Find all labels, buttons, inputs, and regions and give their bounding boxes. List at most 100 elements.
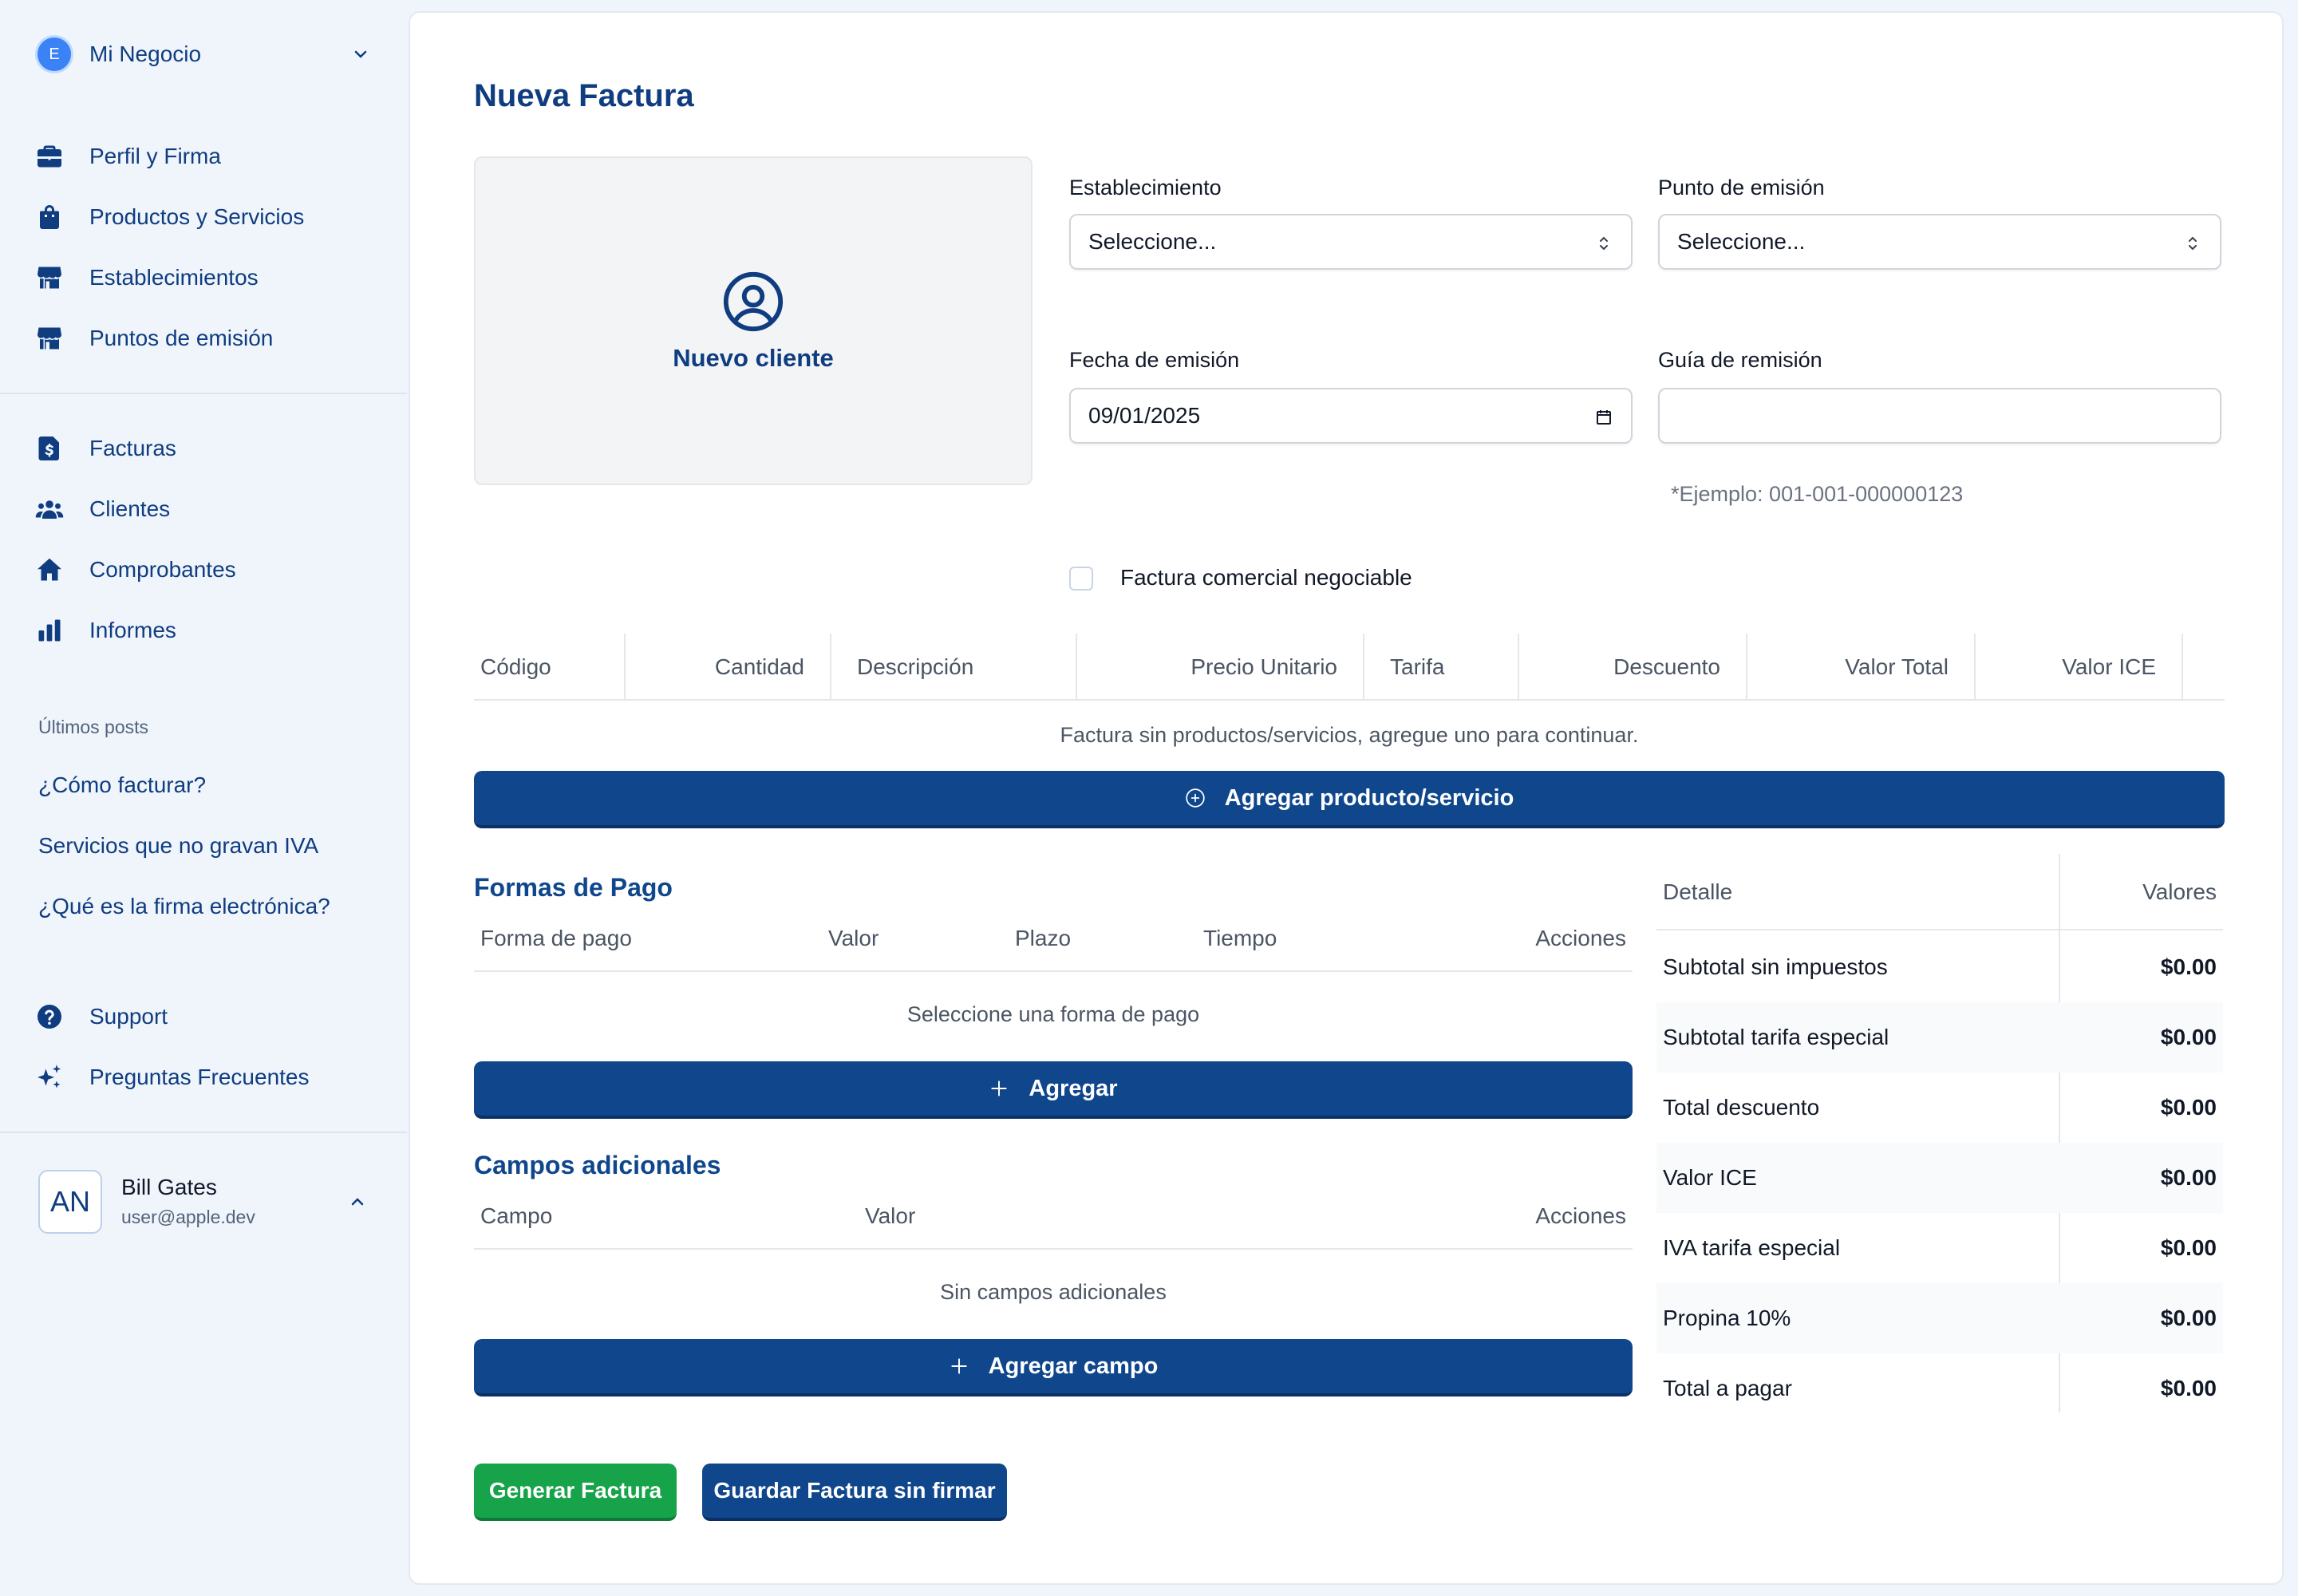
punto-emision-select[interactable]: Seleccione... bbox=[1658, 214, 2221, 270]
fecha-emision-value: 09/01/2025 bbox=[1088, 403, 1201, 428]
add-product-button[interactable]: Agregar producto/servicio bbox=[474, 771, 2225, 828]
guia-remision-label: Guía de remisión bbox=[1658, 348, 1822, 372]
column-header-plazo: Plazo bbox=[1015, 926, 1072, 950]
summary-row: Propina 10% $0.00 bbox=[1656, 1283, 2223, 1353]
column-header-valor-total: Valor Total bbox=[1747, 634, 1976, 701]
establecimiento-value: Seleccione... bbox=[1088, 229, 1217, 254]
save-unsigned-invoice-button[interactable]: Guardar Factura sin firmar bbox=[702, 1464, 1007, 1521]
summary-label: Valor ICE bbox=[1663, 1165, 1757, 1190]
summary-label: Total descuento bbox=[1663, 1095, 1820, 1120]
column-header-forma-pago: Forma de pago bbox=[480, 926, 632, 950]
summary-row: Subtotal sin impuestos $0.00 bbox=[1656, 932, 2223, 1002]
sidebar-item-facturas[interactable]: Facturas bbox=[35, 418, 386, 479]
payments-empty-message: Seleccione una forma de pago bbox=[906, 1002, 1200, 1026]
extra-fields-empty-message: Sin campos adicionales bbox=[940, 1280, 1167, 1304]
sidebar-item-label: Comprobantes bbox=[89, 557, 236, 582]
bar-chart-icon bbox=[38, 619, 61, 642]
add-product-label: Agregar producto/servicio bbox=[1224, 784, 1514, 811]
post-link-firma-electronica[interactable]: ¿Qué es la firma electrónica? bbox=[38, 894, 330, 919]
summary-table: Detalle Valores Subtotal sin impuestos $0… bbox=[1656, 854, 2225, 1428]
calendar-icon bbox=[1597, 410, 1611, 425]
summary-label: Subtotal tarifa especial bbox=[1663, 1025, 1889, 1049]
avatar: AN bbox=[38, 1170, 102, 1234]
establecimiento-select[interactable]: Seleccione... bbox=[1069, 214, 1633, 270]
summary-row: Subtotal tarifa especial $0.00 bbox=[1656, 1002, 2223, 1073]
column-header-valor: Valor bbox=[828, 926, 879, 950]
sidebar-item-label: Perfil y Firma bbox=[89, 144, 221, 168]
shopping-bag-icon bbox=[40, 205, 59, 229]
business-avatar: E bbox=[35, 35, 73, 73]
summary-row: IVA tarifa especial $0.00 bbox=[1656, 1213, 2223, 1283]
payments-table-header: Forma de pago Valor Plazo Tiempo Accione… bbox=[474, 905, 1633, 972]
chevron-down-icon bbox=[354, 50, 367, 58]
user-menu[interactable]: AN Bill Gates user@apple.dev bbox=[38, 1170, 373, 1235]
users-icon bbox=[35, 500, 64, 519]
column-header-campo: Campo bbox=[480, 1203, 553, 1228]
items-table-header: Código Cantidad Descripción Precio Unita… bbox=[474, 634, 2225, 701]
summary-value: $0.00 bbox=[2160, 1095, 2217, 1120]
summary-value: $0.00 bbox=[2160, 1235, 2217, 1260]
user-email: user@apple.dev bbox=[121, 1207, 255, 1227]
sidebar-item-label: Facturas bbox=[89, 436, 176, 460]
fecha-emision-label: Fecha de emisión bbox=[1069, 348, 1240, 372]
summary-header: Detalle Valores bbox=[1656, 854, 2223, 930]
summary-row: Valor ICE $0.00 bbox=[1656, 1143, 2223, 1213]
summary-label: Subtotal sin impuestos bbox=[1663, 954, 1888, 979]
store-icon bbox=[38, 327, 61, 350]
summary-value: $0.00 bbox=[2160, 1025, 2217, 1049]
new-client-card[interactable]: Nuevo cliente bbox=[474, 156, 1033, 485]
sidebar-divider bbox=[0, 393, 407, 394]
add-field-button[interactable]: Agregar campo bbox=[474, 1339, 1633, 1396]
home-icon bbox=[38, 558, 61, 581]
plus-circle-icon bbox=[1186, 788, 1205, 808]
summary-value: $0.00 bbox=[2160, 1306, 2217, 1330]
sidebar-nav-bottom: Support Preguntas Frecuentes bbox=[35, 986, 386, 1108]
briefcase-icon bbox=[38, 145, 61, 168]
column-header-valor: Valor bbox=[865, 1203, 916, 1228]
extra-fields-table-header: Campo Valor Acciones bbox=[474, 1183, 1633, 1250]
sidebar-item-clientes[interactable]: Clientes bbox=[35, 479, 386, 539]
post-link-como-facturar[interactable]: ¿Cómo facturar? bbox=[38, 772, 206, 798]
post-link-servicios-iva[interactable]: Servicios que no gravan IVA bbox=[38, 833, 318, 859]
negociable-checkbox[interactable] bbox=[1069, 567, 1093, 591]
sidebar-nav-main: Facturas Clientes Comprobantes Informes bbox=[35, 418, 386, 661]
sidebar: E Mi Negocio Perfil y Firma Productos y … bbox=[0, 0, 407, 1596]
sidebar-item-label: Clientes bbox=[89, 496, 171, 521]
sidebar-item-label: Puntos de emisión bbox=[89, 326, 274, 350]
add-payment-button[interactable]: Agregar bbox=[474, 1061, 1633, 1119]
column-header-cantidad: Cantidad bbox=[626, 634, 831, 701]
sidebar-item-support[interactable]: Support bbox=[35, 986, 386, 1047]
guia-remision-input[interactable] bbox=[1658, 388, 2221, 444]
sidebar-item-perfil-firma[interactable]: Perfil y Firma bbox=[35, 126, 386, 187]
column-header-acciones: Acciones bbox=[1535, 1203, 1626, 1228]
add-payment-label: Agregar bbox=[1029, 1075, 1118, 1101]
page-title: Nueva Factura bbox=[474, 78, 694, 113]
column-header-descuento: Descuento bbox=[1519, 634, 1747, 701]
summary-value: $0.00 bbox=[2160, 1165, 2217, 1190]
select-arrows-icon bbox=[1600, 236, 1608, 251]
sidebar-item-comprobantes[interactable]: Comprobantes bbox=[35, 539, 386, 600]
payments-title: Formas de Pago bbox=[474, 873, 673, 902]
fecha-emision-input[interactable]: 09/01/2025 bbox=[1069, 388, 1633, 444]
store-icon bbox=[38, 267, 61, 289]
sidebar-item-puntos-emision[interactable]: Puntos de emisión bbox=[35, 308, 386, 369]
sidebar-item-label: Preguntas Frecuentes bbox=[89, 1065, 310, 1089]
column-header-valor-ice: Valor ICE bbox=[1976, 634, 2183, 701]
punto-emision-label: Punto de emisión bbox=[1658, 176, 1825, 200]
column-header-codigo: Código bbox=[474, 634, 626, 701]
sidebar-item-establecimientos[interactable]: Establecimientos bbox=[35, 247, 386, 308]
establecimiento-label: Establecimiento bbox=[1069, 176, 1222, 200]
sidebar-item-faq[interactable]: Preguntas Frecuentes bbox=[35, 1047, 386, 1108]
question-circle-icon bbox=[38, 1005, 61, 1029]
sidebar-item-productos-servicios[interactable]: Productos y Servicios bbox=[35, 187, 386, 247]
sidebar-item-informes[interactable]: Informes bbox=[35, 600, 386, 661]
sidebar-item-label: Productos y Servicios bbox=[89, 204, 305, 229]
add-field-label: Agregar campo bbox=[988, 1353, 1159, 1379]
summary-value: $0.00 bbox=[2160, 1376, 2217, 1400]
column-header-descripcion: Descripción bbox=[831, 634, 1077, 701]
items-empty-message: Factura sin productos/servicios, agregue… bbox=[1060, 723, 1639, 747]
business-name: Mi Negocio bbox=[89, 41, 202, 66]
business-switcher[interactable]: E Mi Negocio bbox=[35, 35, 370, 73]
generate-invoice-button[interactable]: Generar Factura bbox=[474, 1464, 677, 1521]
sidebar-item-label: Establecimientos bbox=[89, 265, 259, 290]
